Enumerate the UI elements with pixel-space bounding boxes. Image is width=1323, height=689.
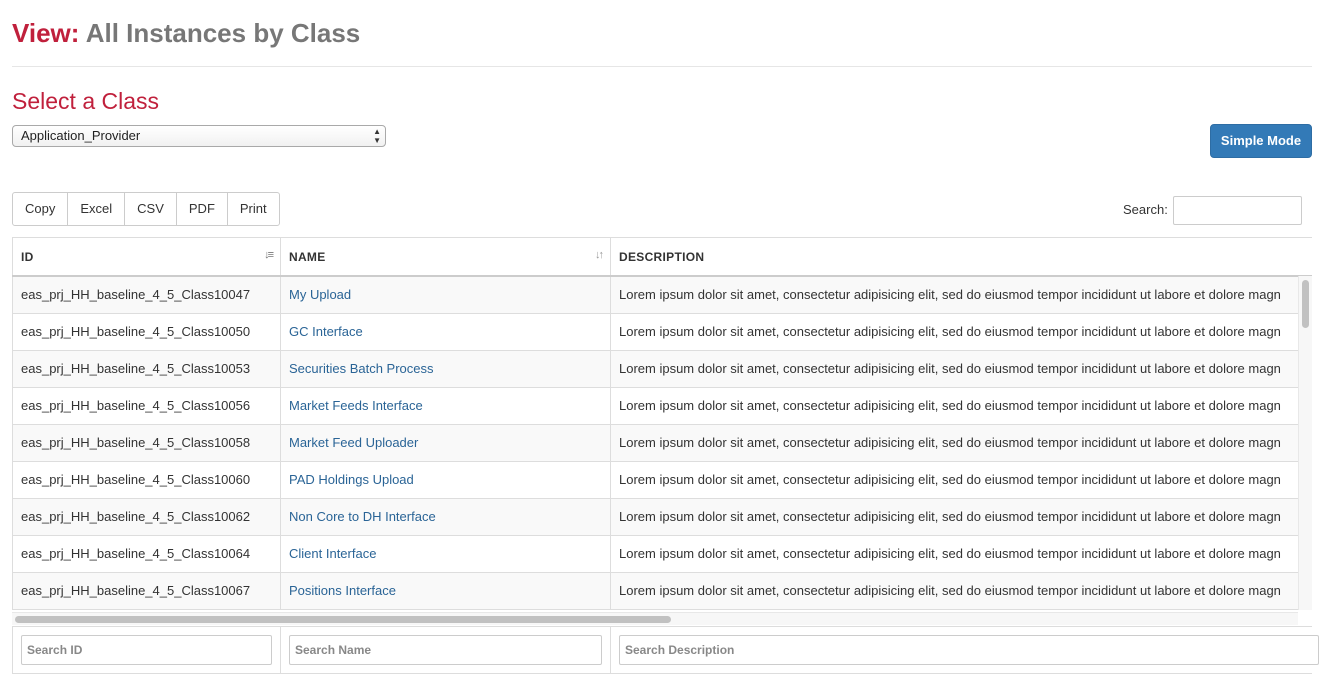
search-description-input[interactable]: Search Description	[619, 635, 1319, 665]
search-label: Search:	[1123, 202, 1168, 217]
sort-both-icon: ↓↑	[595, 249, 604, 261]
horizontal-scrollbar[interactable]	[12, 612, 1298, 625]
cell-name-link[interactable]: Market Feeds Interface	[280, 387, 611, 425]
cell-description: Lorem ipsum dolor sit amet, consectetur …	[610, 350, 1312, 388]
table-row: eas_prj_HH_baseline_4_5_Class10067 Positi…	[12, 572, 1312, 610]
horizontal-scrollbar-thumb[interactable]	[15, 616, 671, 623]
cell-name-link[interactable]: Client Interface	[280, 535, 611, 573]
cell-id: eas_prj_HH_baseline_4_5_Class10064	[12, 535, 281, 573]
filter-cell-id: Search ID	[12, 627, 281, 674]
table-row: eas_prj_HH_baseline_4_5_Class10047 My Upl…	[12, 276, 1312, 314]
column-header-id-label: ID	[21, 249, 34, 264]
table-header-row: ID ↓≡ NAME ↓↑ DESCRIPTION	[12, 238, 1312, 277]
filter-cell-name: Search Name	[281, 627, 611, 674]
copy-button[interactable]: Copy	[12, 192, 69, 226]
table-row: eas_prj_HH_baseline_4_5_Class10053 Securi…	[12, 350, 1312, 388]
cell-name-link[interactable]: Non Core to DH Interface	[280, 498, 611, 536]
cell-description: Lorem ipsum dolor sit amet, consectetur …	[610, 498, 1312, 536]
column-header-id[interactable]: ID ↓≡	[12, 238, 281, 277]
page-title-text: All Instances by Class	[85, 18, 361, 48]
cell-id: eas_prj_HH_baseline_4_5_Class10067	[12, 572, 281, 610]
cell-id: eas_prj_HH_baseline_4_5_Class10050	[12, 313, 281, 351]
class-select-value: Application_Provider	[21, 128, 141, 143]
cell-name-link[interactable]: GC Interface	[280, 313, 611, 351]
pdf-button[interactable]: PDF	[175, 192, 228, 226]
title-divider	[12, 66, 1312, 67]
select-class-heading: Select a Class	[12, 88, 160, 114]
instances-table-container: ID ↓≡ NAME ↓↑ DESCRIPTION eas_prj_HH_basel…	[12, 237, 1312, 627]
instances-table: ID ↓≡ NAME ↓↑ DESCRIPTION eas_prj_HH_basel…	[12, 238, 1312, 610]
cell-id: eas_prj_HH_baseline_4_5_Class10060	[12, 461, 281, 499]
cell-name-link[interactable]: Securities Batch Process	[280, 350, 611, 388]
table-row: eas_prj_HH_baseline_4_5_Class10056 Market…	[12, 387, 1312, 425]
search-input[interactable]	[1173, 196, 1302, 225]
table-row: eas_prj_HH_baseline_4_5_Class10062 Non Co…	[12, 498, 1312, 536]
filter-cell-description: Search Description	[611, 627, 1319, 674]
cell-name-link[interactable]: My Upload	[280, 276, 611, 314]
cell-description: Lorem ipsum dolor sit amet, consectetur …	[610, 424, 1312, 462]
simple-mode-button[interactable]: Simple Mode	[1210, 124, 1312, 158]
cell-id: eas_prj_HH_baseline_4_5_Class10047	[12, 276, 281, 314]
cell-id: eas_prj_HH_baseline_4_5_Class10058	[12, 424, 281, 462]
page-title: View: All Instances by Class	[12, 16, 360, 50]
cell-description: Lorem ipsum dolor sit amet, consectetur …	[610, 461, 1312, 499]
cell-description: Lorem ipsum dolor sit amet, consectetur …	[610, 313, 1312, 351]
column-filter-row: Search ID Search Name Search Description	[12, 626, 1319, 674]
column-header-description: DESCRIPTION	[610, 238, 1312, 277]
table-row: eas_prj_HH_baseline_4_5_Class10050 GC Int…	[12, 313, 1312, 351]
sort-ascending-icon: ↓≡	[264, 249, 274, 261]
cell-name-link[interactable]: Market Feed Uploader	[280, 424, 611, 462]
search-id-input[interactable]: Search ID	[21, 635, 272, 665]
vertical-scrollbar[interactable]	[1298, 276, 1312, 610]
cell-name-link[interactable]: Positions Interface	[280, 572, 611, 610]
cell-id: eas_prj_HH_baseline_4_5_Class10062	[12, 498, 281, 536]
cell-description: Lorem ipsum dolor sit amet, consectetur …	[610, 535, 1312, 573]
cell-description: Lorem ipsum dolor sit amet, consectetur …	[610, 387, 1312, 425]
table-row: eas_prj_HH_baseline_4_5_Class10060 PAD Ho…	[12, 461, 1312, 499]
cell-id: eas_prj_HH_baseline_4_5_Class10053	[12, 350, 281, 388]
page-title-prefix: View:	[12, 18, 80, 48]
excel-button[interactable]: Excel	[67, 192, 126, 226]
print-button[interactable]: Print	[226, 192, 280, 226]
class-select[interactable]: Application_Provider ▲ ▼	[12, 125, 386, 147]
cell-description: Lorem ipsum dolor sit amet, consectetur …	[610, 572, 1312, 610]
select-arrows-icon: ▲ ▼	[373, 127, 381, 145]
cell-name-link[interactable]: PAD Holdings Upload	[280, 461, 611, 499]
table-row: eas_prj_HH_baseline_4_5_Class10064 Client…	[12, 535, 1312, 573]
csv-button[interactable]: CSV	[124, 192, 177, 226]
table-row: eas_prj_HH_baseline_4_5_Class10058 Market…	[12, 424, 1312, 462]
column-header-description-label: DESCRIPTION	[619, 249, 705, 264]
cell-id: eas_prj_HH_baseline_4_5_Class10056	[12, 387, 281, 425]
search-name-input[interactable]: Search Name	[289, 635, 602, 665]
column-header-name[interactable]: NAME ↓↑	[280, 238, 611, 277]
column-header-name-label: NAME	[289, 249, 326, 264]
cell-description: Lorem ipsum dolor sit amet, consectetur …	[610, 276, 1312, 314]
vertical-scrollbar-thumb[interactable]	[1302, 280, 1309, 328]
export-button-group: Copy Excel CSV PDF Print	[12, 192, 280, 226]
